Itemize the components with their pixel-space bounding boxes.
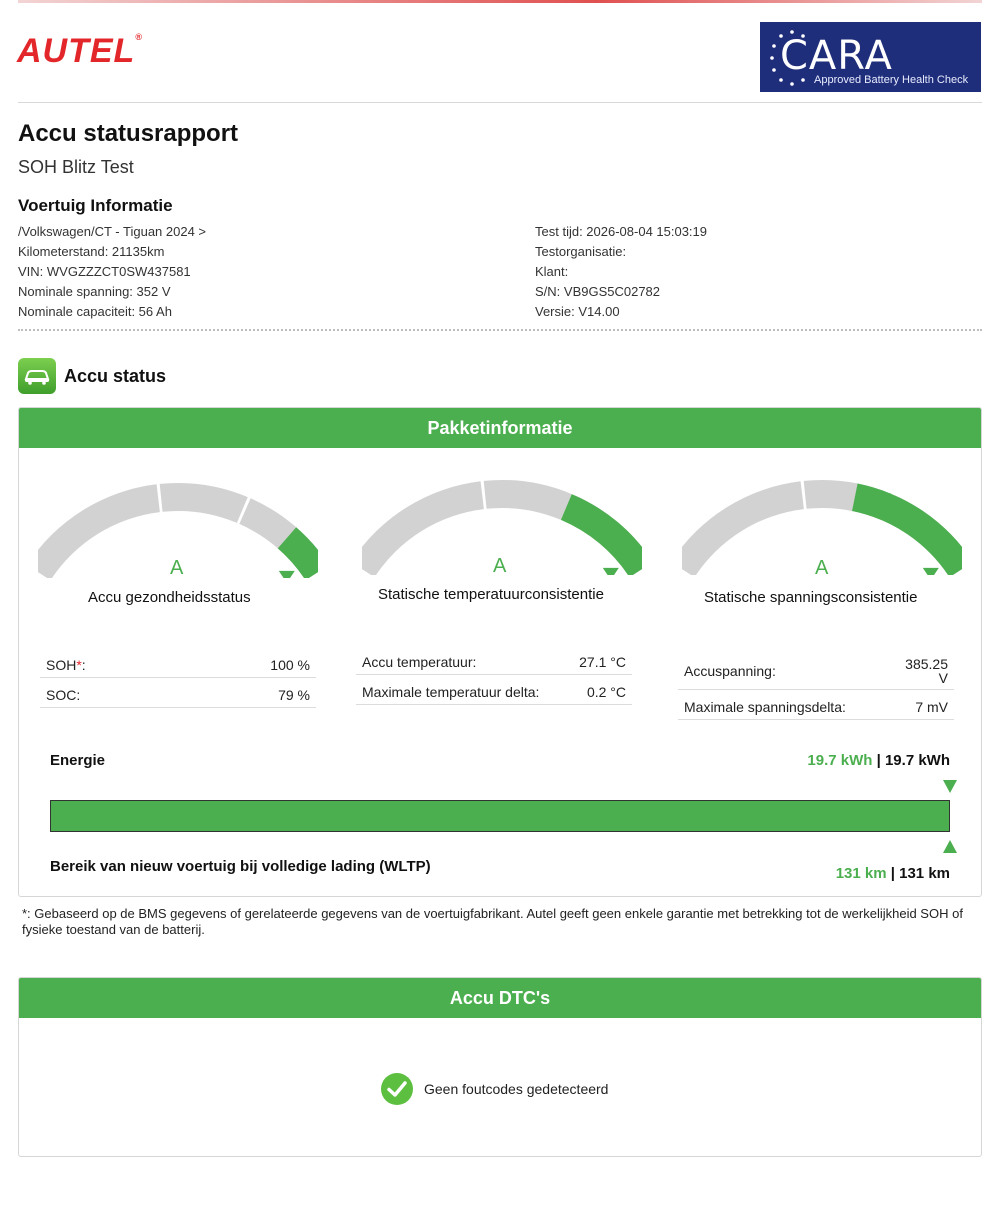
energy-marker-icon: [943, 780, 957, 793]
brand-name: AUTEL: [17, 32, 136, 70]
voltage-label: Accuspanning:: [684, 663, 776, 679]
temperature-delta-label: Maximale temperatuur delta:: [362, 684, 540, 700]
voltage-delta-value: 7 mV: [915, 699, 948, 715]
range-marker-icon: [943, 840, 957, 853]
test-organisation: Testorganisatie:: [535, 244, 627, 259]
test-time: Test tijd: 2026-08-04 15:03:19: [535, 224, 708, 239]
gauge-segment: [38, 484, 160, 578]
gauge-segment: [159, 483, 248, 523]
serial-number: S/N: VB9GS5C02782: [535, 284, 661, 299]
soh-value: 100 %: [270, 657, 310, 673]
soc-value: 79 %: [278, 687, 310, 703]
vehicle-model: /Volkswagen/CT - Tiguan 2024 >: [18, 224, 207, 239]
autel-logo: AUTEL®: [17, 32, 143, 71]
temperature-delta-row: Maximale temperatuur delta: 0.2 °C: [356, 675, 632, 705]
energy-bar: [50, 800, 950, 832]
range-label: Bereik van nieuw voertuig bij volledige …: [50, 858, 431, 875]
temperature-delta-value: 0.2 °C: [586, 684, 626, 700]
temperature-value: 27.1 °C: [579, 654, 626, 670]
temperature-label: Accu temperatuur:: [362, 654, 477, 670]
pack-info-header: Pakketinformatie: [19, 408, 981, 448]
gauge-active-segment: [852, 483, 962, 575]
temperature-row: Accu temperatuur: 27.1 °C: [356, 645, 632, 675]
voltage-row: Accuspanning: 385.25 V: [678, 650, 954, 690]
nominal-capacity: Nominale capaciteit: 56 Ah: [18, 304, 172, 319]
soh-row: SOH*: 100 %: [40, 648, 316, 678]
brand-mark: ®: [135, 32, 143, 42]
report-subtitle: SOH Blitz Test: [18, 157, 134, 177]
gauge-pointer: [278, 570, 295, 578]
temperature-values: Accu temperatuur: 27.1 °C Maximale tempe…: [356, 645, 632, 705]
voltage-delta-row: Maximale spanningsdelta: 7 mV: [678, 690, 954, 720]
gauge-fill: [560, 494, 642, 575]
health-values: SOH*: 100 % SOC: 79 %: [40, 648, 316, 708]
version: Versie: V14.00: [535, 304, 620, 319]
temperature-grade: A: [493, 555, 507, 577]
energy-bar-fill: [51, 801, 949, 831]
vehicle-info-left: /Volkswagen/CT - Tiguan 2024 > Kilometer…: [18, 222, 206, 322]
report-title: Accu statusrapport: [18, 120, 239, 147]
cara-word: CARA: [780, 33, 893, 79]
vehicle-info-right: Test tijd: 2026-08-04 15:03:19 Testorgan…: [535, 222, 707, 322]
energy-total: 19.7 kWh: [884, 752, 950, 769]
energy-current: 19.7 kWh: [807, 752, 873, 769]
soh-label: SOH*:: [46, 657, 86, 673]
temperature-gauge-title: Statische temperatuurconsistentie: [378, 586, 604, 603]
cara-subtitle: Approved Battery Health Check: [814, 74, 969, 86]
vehicle-heading: Voertuig Informatie: [18, 196, 173, 215]
cara-badge: CARA Approved Battery Health Check: [760, 22, 981, 92]
range-total: 131 km: [899, 865, 950, 882]
gauge-active-segment: [560, 494, 642, 575]
vin: VIN: WVGZZZCT0SW437581: [18, 264, 191, 279]
odometer: Kilometerstand: 21135km: [18, 244, 165, 259]
nominal-voltage: Nominale spanning: 352 V: [18, 284, 171, 299]
gauge-pointer: [922, 567, 939, 575]
energy-label: Energie: [50, 752, 106, 769]
gauge-fill: [852, 483, 962, 575]
voltage-delta-label: Maximale spanningsdelta:: [684, 699, 846, 715]
voltage-gauge-title: Statische spanningsconsistentie: [704, 589, 918, 606]
dtc-message: Geen foutcodes gedetecteerd: [424, 1081, 609, 1097]
dotted-divider: [18, 329, 982, 331]
gauge-segment: [362, 481, 484, 575]
soc-row: SOC: 79 %: [40, 678, 316, 708]
range-value: 131 km | 131 km: [836, 865, 950, 882]
footnote: *: Gebaseerd op de BMS gegevens of gerel…: [22, 906, 963, 937]
customer: Klant:: [535, 264, 569, 279]
energy-separator: |: [876, 752, 881, 769]
accu-status-heading: Accu status: [18, 358, 166, 394]
range-current: 131 km: [835, 865, 887, 882]
top-stripe: [18, 0, 982, 3]
range-separator: |: [890, 865, 895, 882]
dtc-panel: Accu DTC's: [18, 977, 982, 1157]
dtc-header: Accu DTC's: [19, 978, 981, 1018]
header-divider: [18, 102, 982, 103]
gauge-segment: [483, 480, 572, 520]
gauge-segment: [682, 481, 804, 575]
dtc-status: Geen foutcodes gedetecteerd: [380, 1072, 608, 1106]
health-grade: A: [170, 557, 184, 579]
check-circle-icon: [381, 1073, 413, 1105]
voltage-value: 385.25 V: [905, 656, 948, 686]
energy-value: 19.7 kWh | 19.7 kWh: [807, 752, 950, 769]
voltage-values: Accuspanning: 385.25 V Maximale spannings…: [678, 650, 954, 720]
voltage-grade: A: [815, 557, 829, 579]
soc-label: SOC:: [46, 687, 81, 703]
battery-car-icon: [18, 358, 56, 394]
health-gauge-title: Accu gezondheidsstatus: [88, 589, 251, 606]
accu-status-label: Accu status: [64, 365, 167, 386]
gauge-pointer: [602, 567, 619, 575]
